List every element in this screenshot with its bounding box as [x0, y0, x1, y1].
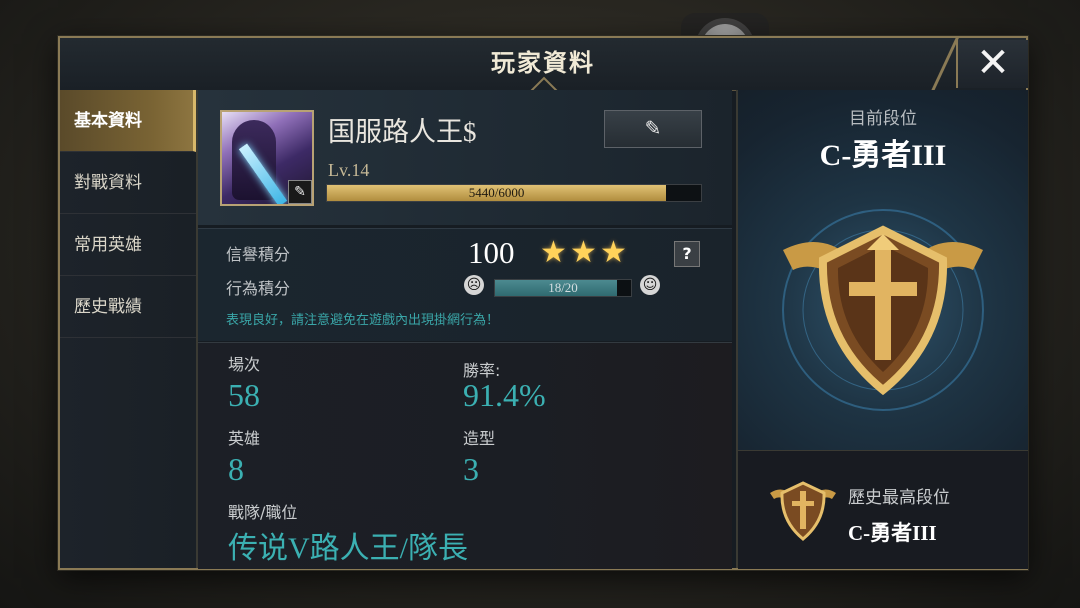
- sidebar-item-basic-info[interactable]: 基本資料: [60, 90, 196, 152]
- xp-progress-text: 5440/6000: [468, 185, 525, 200]
- sidebar-item-battle-data[interactable]: 對戰資料: [60, 152, 196, 214]
- best-rank-shield-icon: [770, 481, 836, 541]
- player-name: 国服路人王$: [328, 117, 477, 147]
- rename-button[interactable]: ✎: [604, 110, 702, 148]
- behavior-score-label: 行為積分: [226, 279, 291, 298]
- sidebar-item-label: 歷史戰績: [74, 297, 142, 317]
- winrate-value: 91.4%: [463, 377, 546, 413]
- help-icon: ?: [682, 244, 692, 263]
- title-decoration: [920, 38, 960, 90]
- credit-score-value: 100: [468, 235, 515, 270]
- credit-section: 信譽積分 100 ★ ★ ★ ? 行為積分 ☹ 18/20 ☺ 表現良好，請注意…: [198, 228, 732, 341]
- sidebar-item-label: 對戰資料: [74, 173, 142, 193]
- xp-progress-bar: 5440/6000: [326, 184, 702, 202]
- sidebar-item-common-heroes[interactable]: 常用英雄: [60, 214, 196, 276]
- current-rank-label: 目前段位: [849, 109, 917, 129]
- current-rank-name: C-勇者III: [819, 139, 947, 172]
- star-icon: ★: [570, 235, 597, 270]
- credit-note: 表現良好，請注意避免在遊戲內出現掛網行為！: [226, 313, 500, 328]
- team-value: 传说V路人王/隊長: [228, 532, 468, 565]
- edit-icon[interactable]: ✎: [288, 180, 312, 204]
- heroes-value: 8: [228, 451, 244, 487]
- player-level: Lv.14: [328, 160, 370, 180]
- star-icon: ★: [540, 235, 567, 270]
- close-icon: ✕: [976, 40, 1010, 86]
- matches-label: 場次: [228, 355, 261, 374]
- sidebar-item-label: 基本資料: [74, 111, 142, 131]
- team-label: 戰隊/職位: [228, 503, 298, 522]
- happy-face-icon: ☺: [640, 275, 660, 295]
- credit-score-label: 信譽積分: [226, 245, 291, 264]
- behavior-progress-text: 18/20: [548, 280, 578, 295]
- heroes-label: 英雄: [228, 429, 261, 448]
- behavior-progress-bar: 18/20: [494, 279, 632, 297]
- skins-label: 造型: [463, 429, 496, 448]
- best-rank-name: C-勇者III: [848, 521, 937, 545]
- skins-value: 3: [463, 451, 479, 487]
- help-button[interactable]: ?: [674, 241, 700, 267]
- stats-section: 場次 58 勝率: 91.4% 英雄 8 造型 3 戰隊/職位 传说V路人王/隊…: [198, 342, 732, 569]
- rank-shield-icon: [782, 209, 984, 411]
- star-icon: ★: [600, 235, 627, 270]
- sidebar: 基本資料 對戰資料 常用英雄 歷史戰績: [60, 90, 198, 568]
- matches-value: 58: [228, 377, 260, 413]
- sidebar-item-label: 常用英雄: [74, 235, 142, 255]
- avatar[interactable]: ✎: [220, 110, 314, 206]
- close-button[interactable]: ✕: [956, 40, 1028, 88]
- rank-panel: 目前段位 C-勇者III 歷史最高段位 C-勇者III: [736, 90, 1028, 569]
- player-profile-panel: 玩家資料 ✕ 基本資料 對戰資料 常用英雄 歷史戰績 ✎ 国服路人王$ ✎ Lv…: [58, 36, 1028, 570]
- sidebar-item-match-history[interactable]: 歷史戰績: [60, 276, 196, 338]
- profile-header: ✎ 国服路人王$ ✎ Lv.14 5440/6000: [198, 90, 732, 225]
- best-rank-box: 歷史最高段位 C-勇者III: [738, 450, 1028, 569]
- best-rank-label: 歷史最高段位: [848, 488, 950, 508]
- sad-face-icon: ☹: [464, 275, 484, 295]
- pencil-icon: ✎: [644, 116, 662, 140]
